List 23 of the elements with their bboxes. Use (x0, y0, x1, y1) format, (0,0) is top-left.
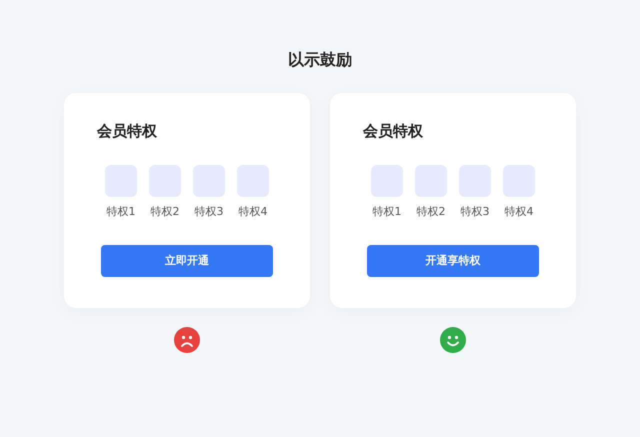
perk-icon-placeholder (371, 165, 403, 197)
perk-label: 特权3 (460, 205, 490, 219)
perk-icon-placeholder (503, 165, 535, 197)
smiley-face-icon (440, 327, 466, 353)
subscribe-button[interactable]: 开通享特权 (367, 245, 539, 277)
card-heading: 会员特权 (363, 121, 424, 141)
perk-label: 特权3 (194, 205, 224, 219)
perk-label: 特权1 (372, 205, 402, 219)
subscribe-button[interactable]: 立即开通 (101, 245, 273, 277)
page-title: 以示鼓励 (288, 49, 352, 71)
card-heading: 会员特权 (97, 121, 158, 141)
perk-icon-placeholder (237, 165, 269, 197)
perk-icon-placeholder (459, 165, 491, 197)
sad-face-icon (174, 327, 200, 353)
perk-label: 特权2 (416, 205, 446, 219)
perk-label: 特权4 (504, 205, 534, 219)
perk-icon-placeholder (193, 165, 225, 197)
perk-label: 特权1 (106, 205, 136, 219)
perk-label: 特权2 (150, 205, 180, 219)
perk-icon-placeholder (415, 165, 447, 197)
perk-icon-placeholder (105, 165, 137, 197)
perk-icon-placeholder (149, 165, 181, 197)
perk-label: 特权4 (238, 205, 268, 219)
